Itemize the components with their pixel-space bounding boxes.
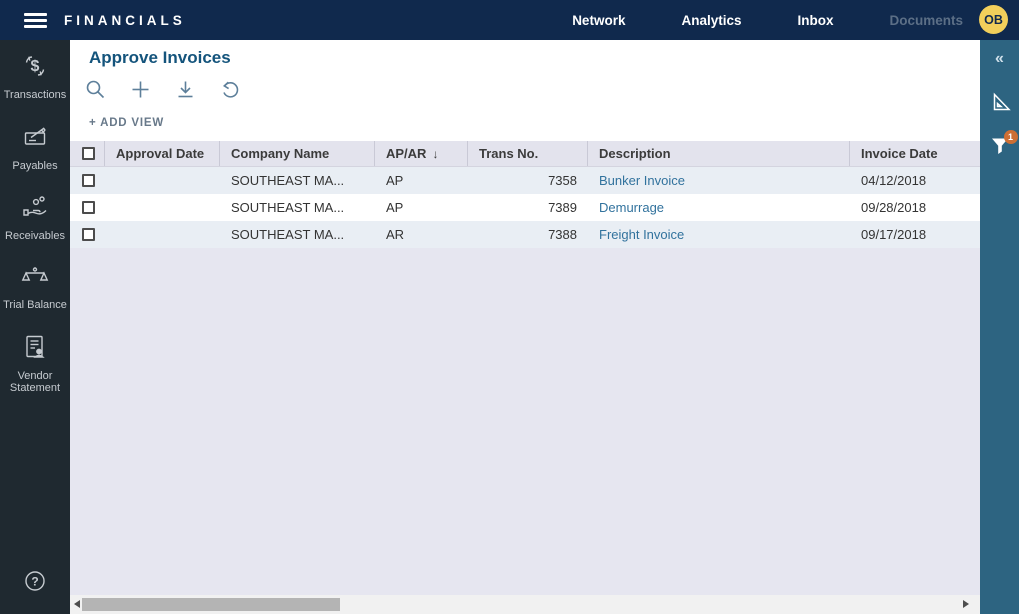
cell-ap-ar: AR [375,227,468,242]
column-header-label: AP/AR [386,146,426,161]
sidebar-item-label: Receivables [5,230,65,243]
sidebar-item-label: Trial Balance [3,299,67,312]
cell-select [70,228,105,241]
cell-trans-no: 7358 [468,173,588,188]
filter-button[interactable]: 1 [990,136,1010,156]
cell-trans-no: 7388 [468,227,588,242]
sidebar-item-receivables[interactable]: Receivables [0,194,70,243]
page-title: Approve Invoices [89,48,980,68]
sidebar-item-transactions[interactable]: $ Transactions [0,53,70,102]
navbar-links: Network Analytics Inbox Documents [572,0,963,40]
sort-descending-icon: ↓ [432,147,438,161]
search-button[interactable] [85,79,106,100]
sidebar-item-payables[interactable]: Payables [0,124,70,173]
cell-invoice-date: 04/12/2018 [850,173,980,188]
cell-company-name: SOUTHEAST MA... [220,173,375,188]
vendor-statement-icon [22,334,48,370]
svg-text:$: $ [31,58,40,75]
add-button[interactable] [130,79,151,100]
nav-item-network[interactable]: Network [572,13,625,28]
top-navbar: FINANCIALS Network Analytics Inbox Docum… [0,0,1019,40]
cell-description-link[interactable]: Bunker Invoice [588,173,850,188]
add-icon [130,79,151,100]
sidebar-item-label: Payables [12,160,57,173]
scroll-left-arrow-icon[interactable] [74,600,80,608]
column-header-approval-date[interactable]: Approval Date [105,141,220,166]
receivables-icon [21,194,49,230]
cell-company-name: SOUTHEAST MA... [220,227,375,242]
column-header-ap-ar[interactable]: AP/AR ↓ [375,141,468,166]
sidebar-item-label: Transactions [4,89,67,102]
cell-description-link[interactable]: Freight Invoice [588,227,850,242]
cell-select [70,174,105,187]
toolbar [85,79,980,100]
nav-item-analytics[interactable]: Analytics [681,13,741,28]
hamburger-menu-icon[interactable] [24,10,47,31]
row-checkbox[interactable] [82,174,95,187]
scroll-right-arrow-icon[interactable] [963,600,969,608]
cell-ap-ar: AP [375,173,468,188]
sidebar-item-vendor-statement[interactable]: Vendor Statement [0,334,70,395]
add-view-button[interactable]: + ADD VIEW [89,117,164,129]
horizontal-scrollbar-thumb[interactable] [82,598,340,611]
sidebar-item-trial-balance[interactable]: Trial Balance [0,265,70,312]
table-empty-area [70,248,980,595]
cell-select [70,201,105,214]
cell-ap-ar: AP [375,200,468,215]
user-avatar[interactable]: OB [979,5,1008,34]
transactions-icon: $ [22,53,48,89]
table-row[interactable]: SOUTHEAST MA... AP 7389 Demurrage 09/28/… [70,194,980,221]
cell-company-name: SOUTHEAST MA... [220,200,375,215]
column-header-trans-no[interactable]: Trans No. [468,141,588,166]
filter-badge: 1 [1004,130,1018,144]
nav-item-documents: Documents [889,13,963,28]
cell-description-link[interactable]: Demurrage [588,200,850,215]
cell-trans-no: 7389 [468,200,588,215]
undo-button[interactable] [220,79,241,100]
table-row[interactable]: SOUTHEAST MA... AR 7388 Freight Invoice … [70,221,980,248]
trial-balance-icon [21,265,49,299]
sidebar-item-label: Vendor Statement [0,370,70,395]
export-button[interactable] [175,79,196,100]
column-header-invoice-date[interactable]: Invoice Date [850,141,980,166]
table-body: SOUTHEAST MA... AP 7358 Bunker Invoice 0… [70,167,980,248]
export-icon [175,79,196,100]
column-header-description[interactable]: Description [588,141,850,166]
row-checkbox[interactable] [82,228,95,241]
table-header-row: Approval Date Company Name AP/AR ↓ Trans… [70,141,980,167]
help-icon: ? [23,569,47,598]
undo-icon [220,79,241,100]
left-sidebar: $ Transactions Payables [0,40,70,614]
set-square-button[interactable] [989,91,1011,113]
column-header-company-name[interactable]: Company Name [220,141,375,166]
table-row[interactable]: SOUTHEAST MA... AP 7358 Bunker Invoice 0… [70,167,980,194]
horizontal-scrollbar[interactable] [70,595,980,614]
select-all-checkbox[interactable] [82,147,95,160]
app-brand: FINANCIALS [64,13,186,28]
nav-item-inbox[interactable]: Inbox [797,13,833,28]
right-sidebar: « 1 [980,40,1019,614]
help-button[interactable]: ? [0,569,70,598]
search-icon [85,79,106,100]
row-checkbox[interactable] [82,201,95,214]
cell-invoice-date: 09/17/2018 [850,227,980,242]
collapse-panel-icon[interactable]: « [995,50,1004,68]
set-square-icon [989,91,1011,113]
select-all-cell [70,141,105,166]
cell-invoice-date: 09/28/2018 [850,200,980,215]
payables-icon [22,124,48,160]
svg-text:?: ? [31,575,38,589]
invoices-table: Approval Date Company Name AP/AR ↓ Trans… [70,141,980,248]
